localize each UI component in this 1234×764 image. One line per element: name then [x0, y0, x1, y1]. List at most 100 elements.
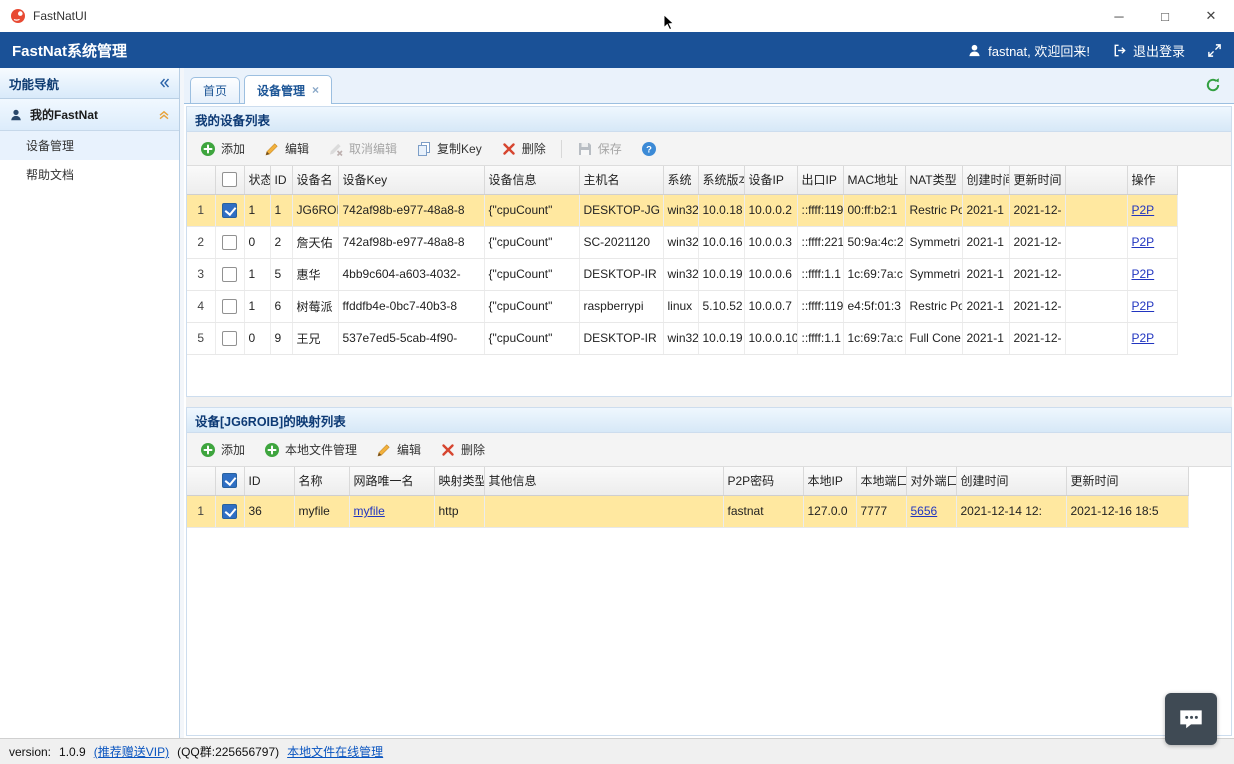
p2p-link[interactable]: P2P: [1132, 235, 1155, 249]
user-icon: [967, 43, 982, 58]
cell: 10.0.0.3: [744, 226, 797, 258]
chat-button[interactable]: [1165, 693, 1217, 745]
logout-button[interactable]: 退出登录: [1112, 41, 1185, 60]
cell: 2: [270, 226, 292, 258]
table-row[interactable]: 111JG6ROIB742af98b-e977-48a8-8{"cpuCount…: [187, 194, 1177, 226]
column-header[interactable]: 设备Key: [338, 166, 484, 194]
select-all-checkbox[interactable]: [222, 172, 237, 187]
p2p-link[interactable]: P2P: [1132, 203, 1155, 217]
sidebar-header: 功能导航: [0, 68, 179, 99]
column-header[interactable]: 名称: [294, 467, 349, 495]
cell: 2021-12-14 12:: [956, 495, 1066, 527]
window-title: FastNatUI: [33, 9, 87, 23]
column-header[interactable]: MAC地址: [843, 166, 905, 194]
column-header[interactable]: 设备信息: [484, 166, 579, 194]
table-row[interactable]: 202詹天佑742af98b-e977-48a8-8{"cpuCount"SC-…: [187, 226, 1177, 258]
close-button[interactable]: ✕: [1188, 0, 1234, 32]
column-header[interactable]: 状态: [244, 166, 270, 194]
p2p-link[interactable]: P2P: [1132, 331, 1155, 345]
column-header[interactable]: 设备IP: [744, 166, 797, 194]
cell: 10.0.16: [698, 226, 744, 258]
toolbar-button-add[interactable]: 添加: [192, 136, 253, 161]
toolbar-button-add[interactable]: 添加: [192, 437, 253, 462]
external-port-link[interactable]: 5656: [911, 504, 938, 518]
p2p-link[interactable]: P2P: [1132, 267, 1155, 281]
p2p-link[interactable]: P2P: [1132, 299, 1155, 313]
row-checkbox[interactable]: [222, 504, 237, 519]
sidebar-item-help-docs[interactable]: 帮助文档: [0, 160, 179, 189]
column-header[interactable]: 设备名: [292, 166, 338, 194]
select-all-checkbox[interactable]: [222, 473, 237, 488]
column-header[interactable]: 网路唯一名: [349, 467, 434, 495]
table-row[interactable]: 416树莓派ffddfb4e-0bc7-40b3-8{"cpuCount"ras…: [187, 290, 1177, 322]
column-header[interactable]: 本地端口: [856, 467, 906, 495]
row-number: 3: [187, 258, 215, 290]
column-header[interactable]: 主机名: [579, 166, 663, 194]
toolbar-button-add[interactable]: 本地文件管理: [256, 437, 365, 462]
column-header[interactable]: 更新时间: [1066, 467, 1188, 495]
row-checkbox[interactable]: [222, 331, 237, 346]
column-header[interactable]: 更新时间: [1009, 166, 1065, 194]
sidebar-section-my-fastnat[interactable]: 我的FastNat: [0, 99, 179, 131]
maximize-button[interactable]: □: [1142, 0, 1188, 32]
column-header[interactable]: 映射类型: [434, 467, 484, 495]
column-header[interactable]: 系统版本: [698, 166, 744, 194]
sidebar-collapse-button[interactable]: [158, 77, 170, 89]
row-checkbox[interactable]: [222, 235, 237, 250]
unique-name-link[interactable]: myfile: [354, 504, 385, 518]
column-header[interactable]: 创建时间: [962, 166, 1009, 194]
tab-device-management[interactable]: 设备管理 ×: [244, 75, 332, 104]
toolbar-button-edit[interactable]: 编辑: [256, 136, 317, 161]
cell: P2P: [1127, 322, 1177, 354]
toolbar-button-delete[interactable]: 删除: [432, 437, 493, 462]
table-row[interactable]: 315惠华4bb9c604-a603-4032-{"cpuCount"DESKT…: [187, 258, 1177, 290]
status-bar: version: 1.0.9 (推荐赠送VIP) (QQ群:225656797)…: [0, 738, 1234, 764]
column-header[interactable]: 出口IP: [797, 166, 843, 194]
column-header[interactable]: P2P密码: [723, 467, 803, 495]
cell: 10.0.0.6: [744, 258, 797, 290]
cell: 2021-12-: [1009, 258, 1065, 290]
column-header[interactable]: 本地IP: [803, 467, 856, 495]
row-checkbox[interactable]: [222, 203, 237, 218]
checkbox-cell: [215, 322, 244, 354]
table-row[interactable]: 136myfilemyfilehttpfastnat127.0.07777565…: [187, 495, 1188, 527]
cell: Full Cone: [905, 322, 962, 354]
row-checkbox[interactable]: [222, 299, 237, 314]
column-header[interactable]: 系统: [663, 166, 698, 194]
column-header[interactable]: 对外端口: [906, 467, 956, 495]
column-header[interactable]: 操作: [1127, 166, 1177, 194]
table-row[interactable]: 509王兄537e7ed5-5cab-4f90-{"cpuCount"DESKT…: [187, 322, 1177, 354]
tab-close-icon[interactable]: ×: [312, 84, 319, 96]
vip-link[interactable]: (推荐赠送VIP): [94, 743, 169, 760]
cell: myfile: [349, 495, 434, 527]
sidebar: 功能导航 我的FastNat 设备管理 帮助文档: [0, 68, 180, 738]
cell: win32: [663, 226, 698, 258]
cell: linux: [663, 290, 698, 322]
sidebar-item-device-management[interactable]: 设备管理: [0, 131, 179, 160]
fullscreen-button[interactable]: [1207, 43, 1222, 58]
toolbar-button-edit[interactable]: 编辑: [368, 437, 429, 462]
column-header[interactable]: 其他信息: [484, 467, 723, 495]
local-file-manager-link[interactable]: 本地文件在线管理: [287, 743, 383, 760]
add-icon: [200, 442, 216, 458]
cell: 742af98b-e977-48a8-8: [338, 226, 484, 258]
toolbar-button-copy[interactable]: 复制Key: [408, 136, 490, 161]
toolbar-button-help[interactable]: ?: [633, 137, 665, 161]
row-checkbox[interactable]: [222, 267, 237, 282]
column-header[interactable]: NAT类型: [905, 166, 962, 194]
qq-group-text: (QQ群:225656797): [177, 743, 279, 760]
collapse-section-icon[interactable]: [158, 109, 170, 121]
minimize-button[interactable]: ─: [1096, 0, 1142, 32]
column-header[interactable]: ID: [244, 467, 294, 495]
mapping-panel-title: 设备[JG6ROIB]的映射列表: [187, 408, 1231, 433]
column-header[interactable]: 创建时间: [956, 467, 1066, 495]
refresh-button[interactable]: [1205, 77, 1221, 93]
logout-icon: [1112, 43, 1127, 58]
column-header[interactable]: ID: [270, 166, 292, 194]
app-logo-icon: [10, 8, 26, 24]
edit-icon: [376, 442, 392, 458]
toolbar-button-delete[interactable]: 删除: [493, 136, 554, 161]
device-table: 状态ID设备名设备Key设备信息主机名系统系统版本设备IP出口IPMAC地址NA…: [187, 166, 1178, 355]
user-welcome: fastnat, 欢迎回来!: [967, 41, 1090, 60]
tab-home[interactable]: 首页: [190, 77, 240, 103]
